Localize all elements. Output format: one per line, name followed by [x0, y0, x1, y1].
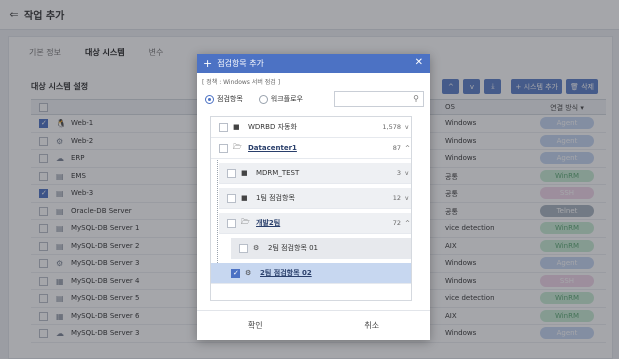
- tree-node-count: 1,578: [382, 123, 401, 131]
- tree-node-count: 72: [392, 219, 401, 227]
- tree-node[interactable]: 🗁 Datacenter1 87 ^: [211, 138, 411, 159]
- tree-node[interactable]: ■ MDRM_TEST 3 v: [219, 163, 411, 184]
- folder-icon: ■: [233, 123, 240, 131]
- gear-icon: ⚙: [245, 269, 252, 277]
- check-item-radio[interactable]: [205, 94, 214, 104]
- chevron-icon[interactable]: v: [405, 170, 411, 177]
- workflow-radio[interactable]: [258, 94, 268, 104]
- search-icon[interactable]: ⚲: [413, 94, 419, 103]
- add-check-item-modal: + 점검항목 추가 ✕ [ 정책 : Windows 서버 점검 ] 점검항목 …: [197, 54, 430, 340]
- plus-icon: +: [203, 56, 213, 70]
- tree-node-label: WDRBD 자동화: [248, 123, 297, 131]
- folder-icon: ■: [241, 194, 248, 202]
- modal-header: + 점검항목 추가 ✕: [197, 54, 430, 73]
- tree-node-checkbox[interactable]: [227, 168, 236, 178]
- tree-node-checkbox[interactable]: [219, 122, 228, 132]
- tree-node-checkbox[interactable]: [231, 268, 240, 278]
- tree-node-checkbox[interactable]: [219, 143, 228, 153]
- chevron-icon[interactable]: ^: [405, 145, 411, 152]
- tree-node[interactable]: 🗁 개발2팀 72 ^: [219, 213, 411, 234]
- folder-open-icon: 🗁: [233, 142, 242, 151]
- workflow-radio-label[interactable]: 워크플로우: [271, 94, 303, 104]
- policy-label: [ 정책 : Windows 서버 점검 ]: [202, 79, 281, 86]
- tree-node-label: 2팀 점검항목 02: [260, 269, 312, 277]
- type-radio-group: 점검항목 워크플로우: [205, 94, 319, 104]
- confirm-button[interactable]: 확인: [197, 311, 314, 340]
- tree-node[interactable]: ⚙ 2팀 점검항목 02: [211, 263, 411, 284]
- tree-node-checkbox[interactable]: [227, 218, 236, 228]
- chevron-icon[interactable]: v: [405, 124, 411, 131]
- tree-node-checkbox[interactable]: [227, 193, 236, 203]
- gear-icon: ⚙: [253, 244, 260, 252]
- tree-node-label: 1팀 점검항목: [256, 194, 295, 202]
- tree-node-label: 개발2팀: [256, 219, 281, 227]
- tree-node-count: 12: [392, 194, 401, 202]
- tree-node-count: 3: [396, 169, 401, 177]
- tree-node-label: Datacenter1: [248, 144, 297, 152]
- tree-node-label: 2팀 점검항목 01: [268, 244, 319, 252]
- cancel-button[interactable]: 취소: [314, 311, 431, 340]
- tree-node[interactable]: ⚙ 2팀 점검항목 01: [231, 238, 411, 259]
- tree-connector-line: [217, 157, 218, 267]
- tree-node-label: MDRM_TEST: [256, 169, 300, 177]
- check-item-radio-label[interactable]: 점검항목: [217, 94, 243, 104]
- check-item-tree: ■ WDRBD 자동화 1,578 v 🗁 Datacenter1 87 ^ ■ MDRM_TES…: [210, 116, 412, 301]
- modal-footer: 확인 취소: [197, 310, 430, 340]
- tree-node[interactable]: ■ 1팀 점검항목 12 v: [219, 188, 411, 209]
- tree-node[interactable]: ■ WDRBD 자동화 1,578 v: [211, 117, 411, 138]
- modal-title: 점검항목 추가: [217, 59, 264, 68]
- chevron-icon[interactable]: ^: [405, 220, 411, 227]
- tree-node-checkbox[interactable]: [239, 243, 248, 253]
- folder-icon: ■: [241, 169, 248, 177]
- folder-open-icon: 🗁: [241, 217, 250, 226]
- search-input[interactable]: ⚲: [334, 91, 424, 107]
- tree-node-count: 87: [392, 144, 401, 152]
- chevron-icon[interactable]: v: [405, 195, 411, 202]
- close-icon[interactable]: ✕: [415, 57, 423, 68]
